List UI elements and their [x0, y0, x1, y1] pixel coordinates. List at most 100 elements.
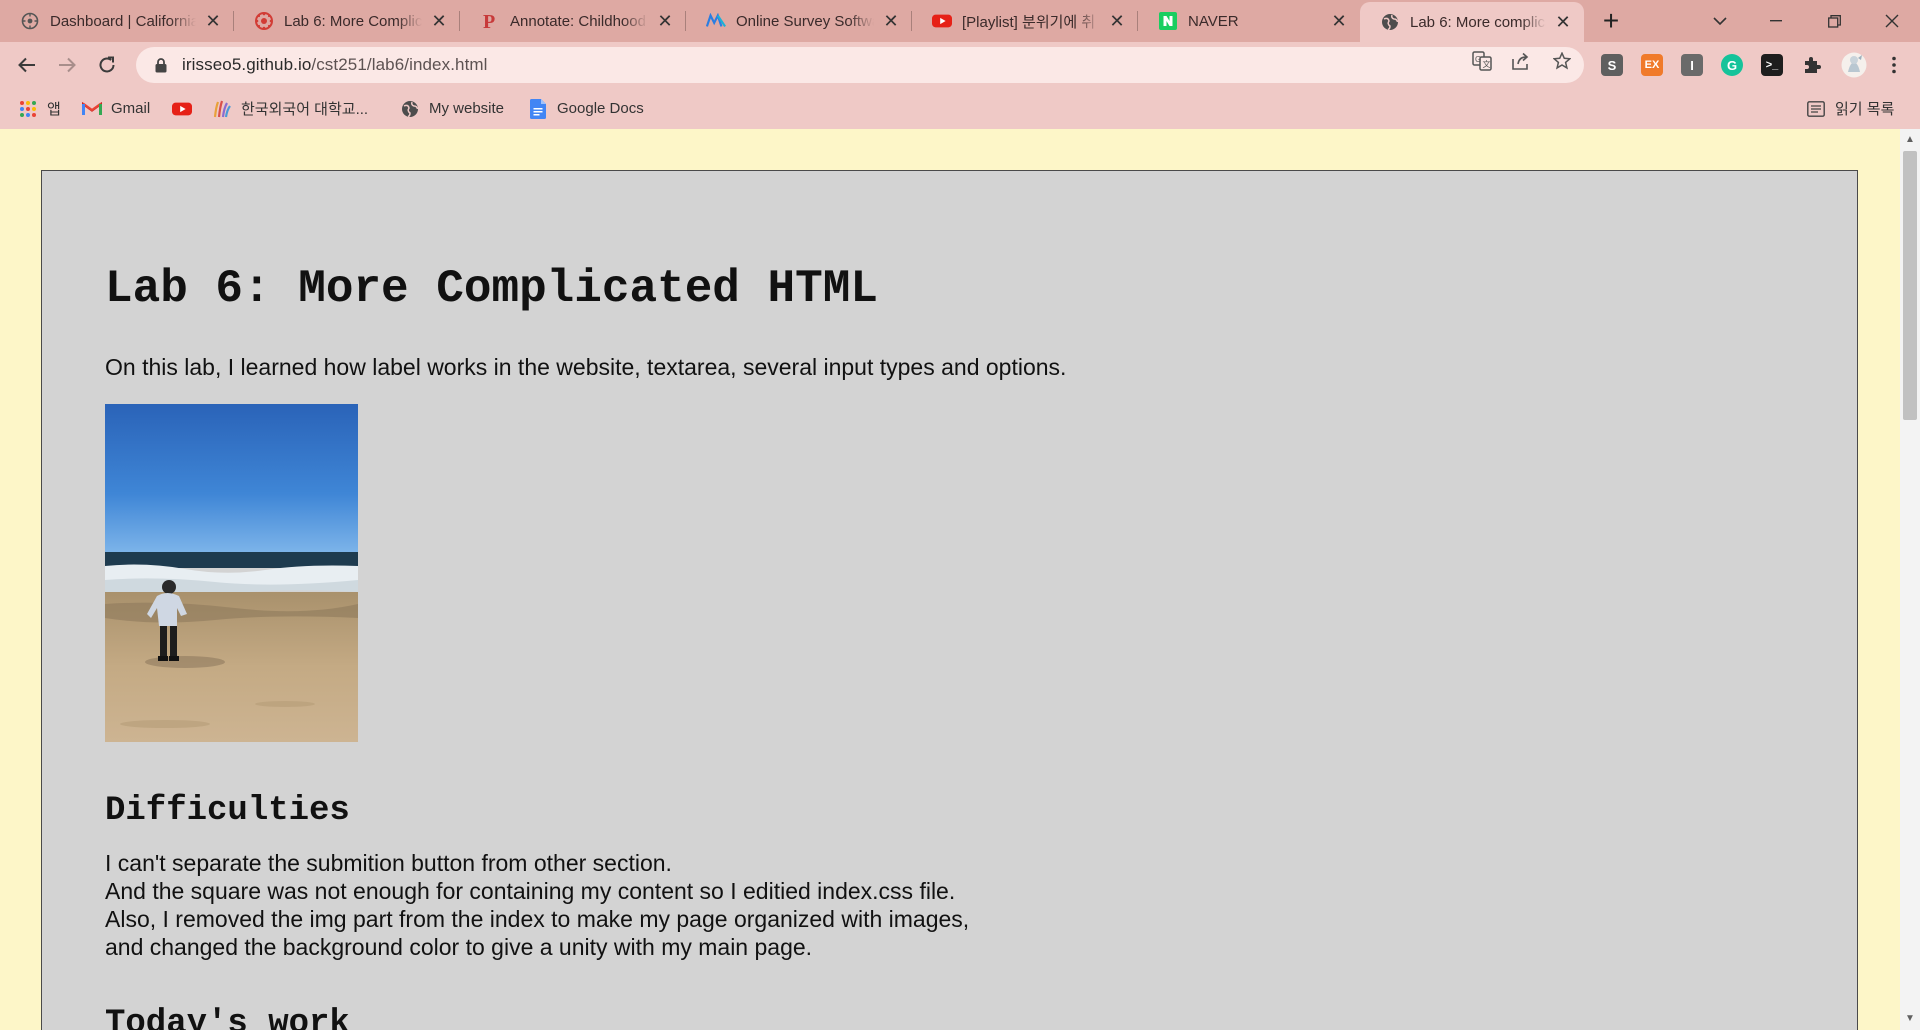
apps-grid-icon	[18, 99, 38, 119]
tab-search-chevron-icon[interactable]	[1692, 0, 1748, 42]
bookmark-label: 한국외국어 대학교...	[241, 101, 369, 118]
tab-naver[interactable]: NAVER ✕	[1138, 0, 1360, 42]
content-card: Lab 6: More Complicated HTML On this lab…	[41, 170, 1858, 1030]
grammarly-icon[interactable]: G	[1721, 54, 1743, 76]
extension-label: EX	[1644, 59, 1660, 71]
google-docs-icon	[528, 98, 548, 119]
address-bar[interactable]: irisseo5.github.io/cst251/lab6/index.htm…	[136, 47, 1584, 83]
scrollbar-thumb[interactable]	[1903, 151, 1917, 420]
naver-icon	[1158, 11, 1178, 31]
scroll-down-arrow-icon[interactable]: ▼	[1900, 1010, 1920, 1028]
tab-title: Dashboard | California	[50, 12, 196, 30]
gmail-icon	[82, 99, 102, 119]
bookmark-label: Gmail	[111, 100, 151, 117]
share-icon[interactable]	[1511, 50, 1533, 72]
more-menu-icon[interactable]	[1883, 54, 1905, 76]
dashboard-icon	[20, 11, 40, 31]
extension-label: >_	[1765, 59, 1779, 71]
profile-avatar-icon[interactable]	[1841, 52, 1867, 78]
close-icon[interactable]: ✕	[204, 12, 222, 30]
forward-button[interactable]	[52, 50, 82, 80]
url-domain: irisseo5.github.io	[182, 55, 312, 74]
close-icon[interactable]: ✕	[430, 12, 448, 30]
toolbar: irisseo5.github.io/cst251/lab6/index.htm…	[0, 42, 1920, 88]
tab-title: Annotate: Childhood	[510, 12, 646, 30]
tab-youtube[interactable]: [Playlist] 분위기에 취 ✕	[912, 0, 1138, 42]
svg-text:G: G	[1475, 55, 1481, 64]
bookmarks-bar: 앱 Gmail 한국외국어 대학교... My website Google D…	[0, 88, 1920, 129]
bookmark-gmail[interactable]: Gmail	[82, 88, 150, 129]
svg-text:文: 文	[1483, 59, 1491, 69]
tab-lab6-canvas[interactable]: Lab 6: More Complicated ✕	[234, 0, 460, 42]
back-button[interactable]	[12, 50, 42, 80]
close-icon[interactable]: ✕	[1108, 12, 1126, 30]
tab-dashboard[interactable]: Dashboard | California ✕	[0, 0, 234, 42]
globe-icon	[400, 99, 420, 119]
bookmark-star-icon[interactable]	[1551, 50, 1573, 72]
bookmark-my-website[interactable]: My website	[400, 88, 504, 129]
bookmark-google-docs[interactable]: Google Docs	[528, 88, 644, 129]
translate-icon[interactable]: G文	[1471, 50, 1493, 72]
extension-label: I	[1690, 57, 1694, 73]
difficulties-line: I can't separate the submition button fr…	[105, 850, 672, 876]
extension-s-icon[interactable]: S	[1601, 54, 1623, 76]
close-window-button[interactable]	[1864, 0, 1920, 42]
bookmark-label: 읽기 목록	[1835, 101, 1895, 118]
reading-list-icon	[1806, 99, 1826, 119]
tab-title: NAVER	[1188, 12, 1239, 30]
hufs-logo-icon	[212, 99, 232, 119]
url-text[interactable]: irisseo5.github.io/cst251/lab6/index.htm…	[182, 55, 488, 75]
close-icon[interactable]: ✕	[882, 12, 900, 30]
tab-title: Lab 6: More complicated	[1410, 13, 1546, 31]
extension-label: G	[1726, 57, 1738, 73]
difficulties-heading: Difficulties	[105, 792, 350, 830]
restore-button[interactable]	[1806, 0, 1862, 42]
bookmark-hufs[interactable]: 한국외국어 대학교...	[212, 88, 368, 129]
browser-chrome: Dashboard | California ✕ Lab 6: More Com…	[0, 0, 1920, 129]
scroll-up-arrow-icon[interactable]: ▲	[1900, 131, 1920, 149]
extension-label: S	[1607, 57, 1617, 73]
difficulties-line: Also, I removed the img part from the in…	[105, 906, 970, 932]
page-scrollbar[interactable]: ▲ ▼	[1900, 129, 1920, 1030]
svg-text:P: P	[483, 11, 495, 31]
extensions-puzzle-icon[interactable]	[1801, 54, 1823, 76]
terminal-extension-icon[interactable]: >_	[1761, 54, 1783, 76]
tab-annotate[interactable]: P Annotate: Childhood ✕	[460, 0, 686, 42]
lock-icon[interactable]	[150, 54, 172, 76]
difficulties-text: I can't separate the submition button fr…	[105, 849, 969, 961]
perusall-icon: P	[480, 11, 500, 31]
beach-photo	[105, 404, 358, 742]
page-title: Lab 6: More Complicated HTML	[105, 263, 878, 315]
bookmark-label: My website	[429, 100, 505, 117]
reading-list-button[interactable]: 읽기 목록	[1806, 88, 1894, 129]
lab-icon	[254, 11, 274, 31]
close-icon[interactable]: ✕	[1554, 13, 1572, 31]
youtube-icon	[932, 11, 952, 31]
tab-title: Online Survey Software	[736, 12, 874, 30]
url-path: /cst251/lab6/index.html	[311, 55, 488, 74]
tab-title: Lab 6: More Complicated	[284, 12, 422, 30]
survey-icon	[706, 11, 726, 31]
tab-survey[interactable]: Online Survey Software ✕	[686, 0, 912, 42]
intro-text: On this lab, I learned how label works i…	[105, 354, 1067, 380]
globe-icon	[1380, 12, 1400, 32]
page-viewport: Lab 6: More Complicated HTML On this lab…	[0, 129, 1900, 1030]
reload-button[interactable]	[92, 50, 122, 80]
difficulties-line: And the square was not enough for contai…	[105, 878, 956, 904]
bookmark-apps[interactable]: 앱	[18, 88, 61, 129]
tab-lab6-active[interactable]: Lab 6: More complicated ✕	[1360, 2, 1584, 42]
bookmark-label: Google Docs	[557, 100, 644, 117]
tab-title: [Playlist] 분위기에 취	[962, 13, 1096, 31]
close-icon[interactable]: ✕	[656, 12, 674, 30]
youtube-icon	[172, 99, 192, 119]
extension-ex-icon[interactable]: EX	[1641, 54, 1663, 76]
bookmark-label: 앱	[47, 101, 61, 118]
close-icon[interactable]: ✕	[1330, 12, 1348, 30]
extension-i-icon[interactable]: I	[1681, 54, 1703, 76]
minimize-button[interactable]	[1748, 0, 1804, 42]
bookmark-youtube[interactable]	[172, 88, 201, 129]
tab-strip: Dashboard | California ✕ Lab 6: More Com…	[0, 0, 1920, 42]
new-tab-button[interactable]: +	[1596, 6, 1626, 36]
difficulties-line: and changed the background color to give…	[105, 934, 813, 960]
todays-work-heading: Today's work	[105, 1005, 350, 1030]
